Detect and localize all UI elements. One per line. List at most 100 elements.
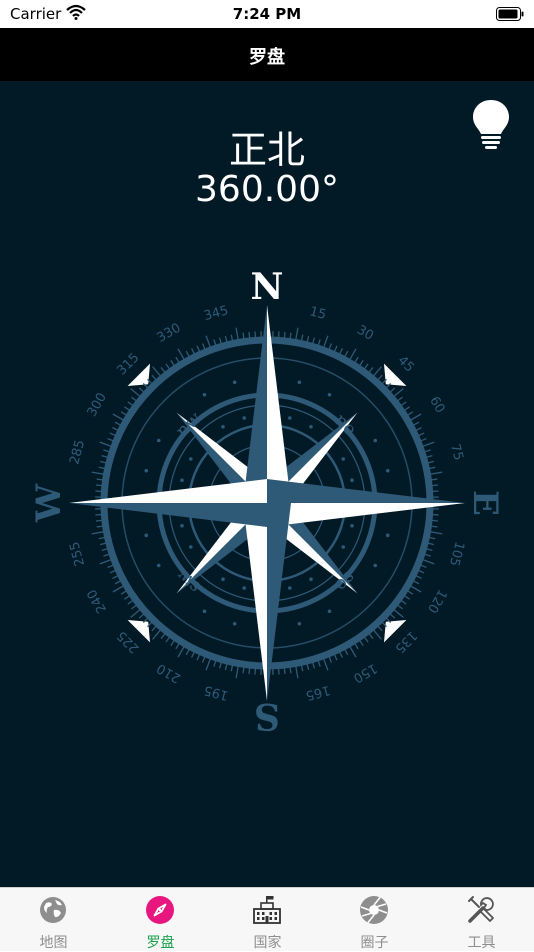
- degree-tick: [103, 554, 109, 556]
- degree-tick: [236, 328, 238, 340]
- degree-tick: [419, 433, 424, 435]
- degree-tick: [318, 661, 320, 667]
- tab-circle[interactable]: 圈子: [321, 888, 428, 951]
- degree-tick: [360, 641, 363, 646]
- degree-tick: [152, 375, 156, 379]
- degree-tick: [100, 560, 111, 564]
- ring-dot: [341, 545, 345, 549]
- ring-dot: [180, 478, 184, 482]
- degree-label: 195: [202, 682, 230, 703]
- degree-tick: [153, 630, 161, 639]
- degree-tick: [425, 450, 431, 452]
- globe-icon: [38, 895, 68, 925]
- nav-bar: 罗盘: [0, 28, 534, 81]
- degree-tick: [103, 450, 109, 452]
- degree-tick: [408, 591, 413, 594]
- degree-tick: [432, 485, 438, 486]
- degree-tick: [324, 336, 328, 347]
- degree-label: 240: [85, 586, 110, 615]
- degree-tick: [124, 596, 129, 599]
- degree-tick: [108, 439, 114, 441]
- degree-tick: [128, 402, 133, 406]
- degree-tick: [99, 538, 105, 539]
- ring-dot: [144, 469, 148, 473]
- degree-label: 75: [447, 442, 466, 462]
- degree-tick: [302, 335, 303, 341]
- light-toggle-button[interactable]: [470, 98, 512, 152]
- degree-tick: [365, 637, 369, 642]
- degree-label: 30: [354, 323, 376, 344]
- tab-map[interactable]: 地图: [0, 888, 107, 951]
- degree-tick: [131, 605, 136, 609]
- ring-dot: [203, 393, 207, 397]
- ring-dot: [233, 622, 237, 626]
- ring-dot: [189, 457, 193, 461]
- degree-tick: [365, 364, 369, 369]
- degree-tick: [97, 479, 103, 480]
- ring-dot: [242, 416, 246, 420]
- ring-dot: [221, 425, 225, 429]
- degree-tick: [425, 554, 431, 556]
- heading-degrees: 360.00°: [0, 169, 534, 210]
- degree-tick: [324, 659, 328, 670]
- degree-tick: [378, 375, 382, 379]
- lightbulb-icon: [470, 98, 512, 152]
- ring-dot: [288, 586, 292, 590]
- degree-tick: [401, 402, 406, 406]
- degree-tick: [161, 367, 165, 372]
- tab-country[interactable]: 国家: [214, 888, 321, 951]
- degree-tick: [139, 388, 143, 392]
- tab-compass[interactable]: 罗盘: [107, 888, 214, 951]
- degree-tick: [411, 586, 421, 592]
- ring-dot: [180, 524, 184, 528]
- degree-tick: [345, 351, 348, 356]
- degree-tick: [431, 479, 437, 480]
- ring-dot: [157, 564, 161, 568]
- ring-dot: [203, 609, 207, 613]
- degree-tick: [427, 549, 433, 551]
- degree-tick: [360, 360, 363, 365]
- ring-dot: [298, 622, 302, 626]
- degree-tick: [110, 433, 115, 435]
- degree-tick: [166, 637, 170, 642]
- degree-tick: [307, 336, 308, 342]
- degree-tick: [152, 626, 156, 630]
- west-label: W: [29, 483, 69, 523]
- page-title: 罗盘: [0, 43, 534, 69]
- ring-dot: [309, 425, 313, 429]
- degree-tick: [100, 442, 111, 446]
- degree-tick: [414, 581, 419, 584]
- degree-label: 105: [446, 540, 467, 568]
- ring-dot: [350, 478, 354, 482]
- degree-tick: [369, 634, 373, 639]
- south-label: S: [254, 695, 280, 737]
- degree-tick: [102, 456, 108, 458]
- ring-dot: [373, 564, 377, 568]
- degree-tick: [100, 543, 106, 544]
- degree-tick: [429, 538, 435, 539]
- degree-tick: [121, 412, 126, 415]
- degree-tick: [171, 360, 174, 365]
- degree-tick: [421, 439, 427, 441]
- degree-tick: [329, 657, 331, 663]
- tab-label: 地图: [0, 932, 107, 952]
- degree-tick: [161, 634, 165, 639]
- degree-label: 300: [85, 390, 110, 419]
- degree-tick: [313, 663, 315, 669]
- degree-tick: [186, 351, 189, 356]
- degree-tick: [192, 652, 195, 657]
- degree-tick: [110, 571, 115, 573]
- tab-bar: 地图 罗盘 国家: [0, 887, 534, 951]
- degree-label: 60: [426, 394, 447, 416]
- degree-tick: [92, 532, 104, 534]
- degree-tick: [225, 664, 226, 670]
- degree-tick: [374, 630, 382, 639]
- degree-tick: [99, 467, 105, 468]
- degree-tick: [176, 644, 179, 649]
- degree-tick: [429, 467, 435, 468]
- degree-tick: [112, 576, 117, 579]
- degree-tick: [428, 543, 434, 544]
- tab-tools[interactable]: 工具: [428, 888, 534, 951]
- degree-tick: [416, 576, 421, 579]
- degree-tick: [220, 338, 222, 344]
